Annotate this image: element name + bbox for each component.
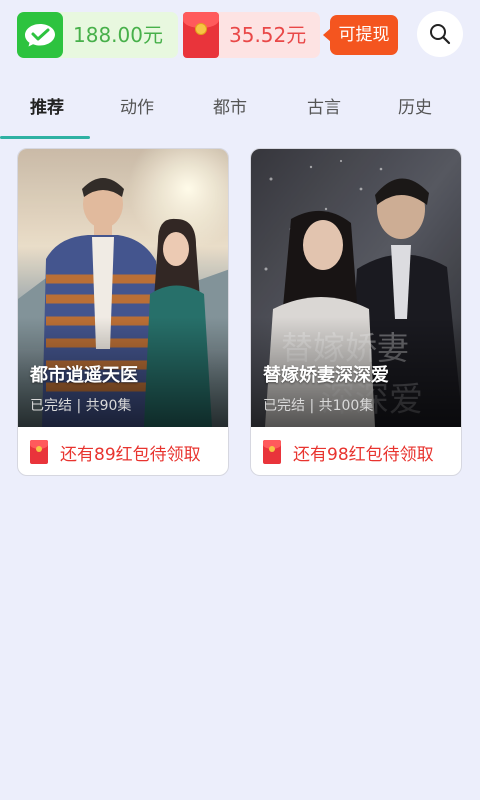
wechat-balance-amount: 188.00元 [73, 23, 163, 47]
red-envelope-icon [30, 440, 48, 464]
tab-urban[interactable]: 都市 [183, 86, 277, 130]
reward-text: 还有98红包待领取 [293, 444, 434, 465]
tab-action[interactable]: 动作 [90, 86, 184, 130]
top-bar: 188.00元 35.52元 可提现 [0, 0, 480, 72]
tab-recommended[interactable]: 推荐 [0, 86, 94, 130]
redpacket-balance-pill[interactable]: 35.52元 [183, 12, 320, 58]
red-envelope-icon [183, 12, 219, 58]
redpacket-balance-amount: 35.52元 [229, 23, 307, 47]
red-envelope-icon [263, 440, 281, 464]
drama-cover-image: 替嫁娇妻 深深爱 替嫁娇妻深深爱 已完结 | 共100集 [251, 149, 461, 427]
drama-card[interactable]: 都市逍遥天医 已完结 | 共90集 还有89红包待领取 [17, 148, 229, 476]
wechat-pay-icon [17, 12, 63, 58]
search-icon [430, 24, 451, 45]
drama-title: 替嫁娇妻深深爱 [263, 365, 389, 386]
tab-history[interactable]: 历史 [368, 86, 462, 130]
drama-cover-image: 都市逍遥天医 已完结 | 共90集 [18, 149, 228, 427]
drama-episode-status: 已完结 | 共100集 [263, 398, 374, 414]
active-tab-indicator [0, 136, 90, 139]
withdraw-button[interactable]: 可提现 [323, 15, 398, 55]
search-button[interactable] [417, 11, 463, 57]
drama-card[interactable]: 替嫁娇妻 深深爱 替嫁娇妻深深爱 已完结 | 共100集 还有98红包待领取 [250, 148, 462, 476]
drama-title: 都市逍遥天医 [30, 365, 138, 386]
tab-ancient-romance[interactable]: 古言 [277, 86, 371, 130]
category-tabs: 推荐 动作 都市 古言 历史 [0, 86, 480, 139]
reward-row[interactable]: 还有89红包待领取 [18, 427, 228, 475]
reward-row[interactable]: 还有98红包待领取 [251, 427, 461, 475]
drama-episode-status: 已完结 | 共90集 [30, 398, 132, 414]
reward-text: 还有89红包待领取 [60, 444, 201, 465]
wechat-balance-pill[interactable]: 188.00元 [17, 12, 178, 58]
